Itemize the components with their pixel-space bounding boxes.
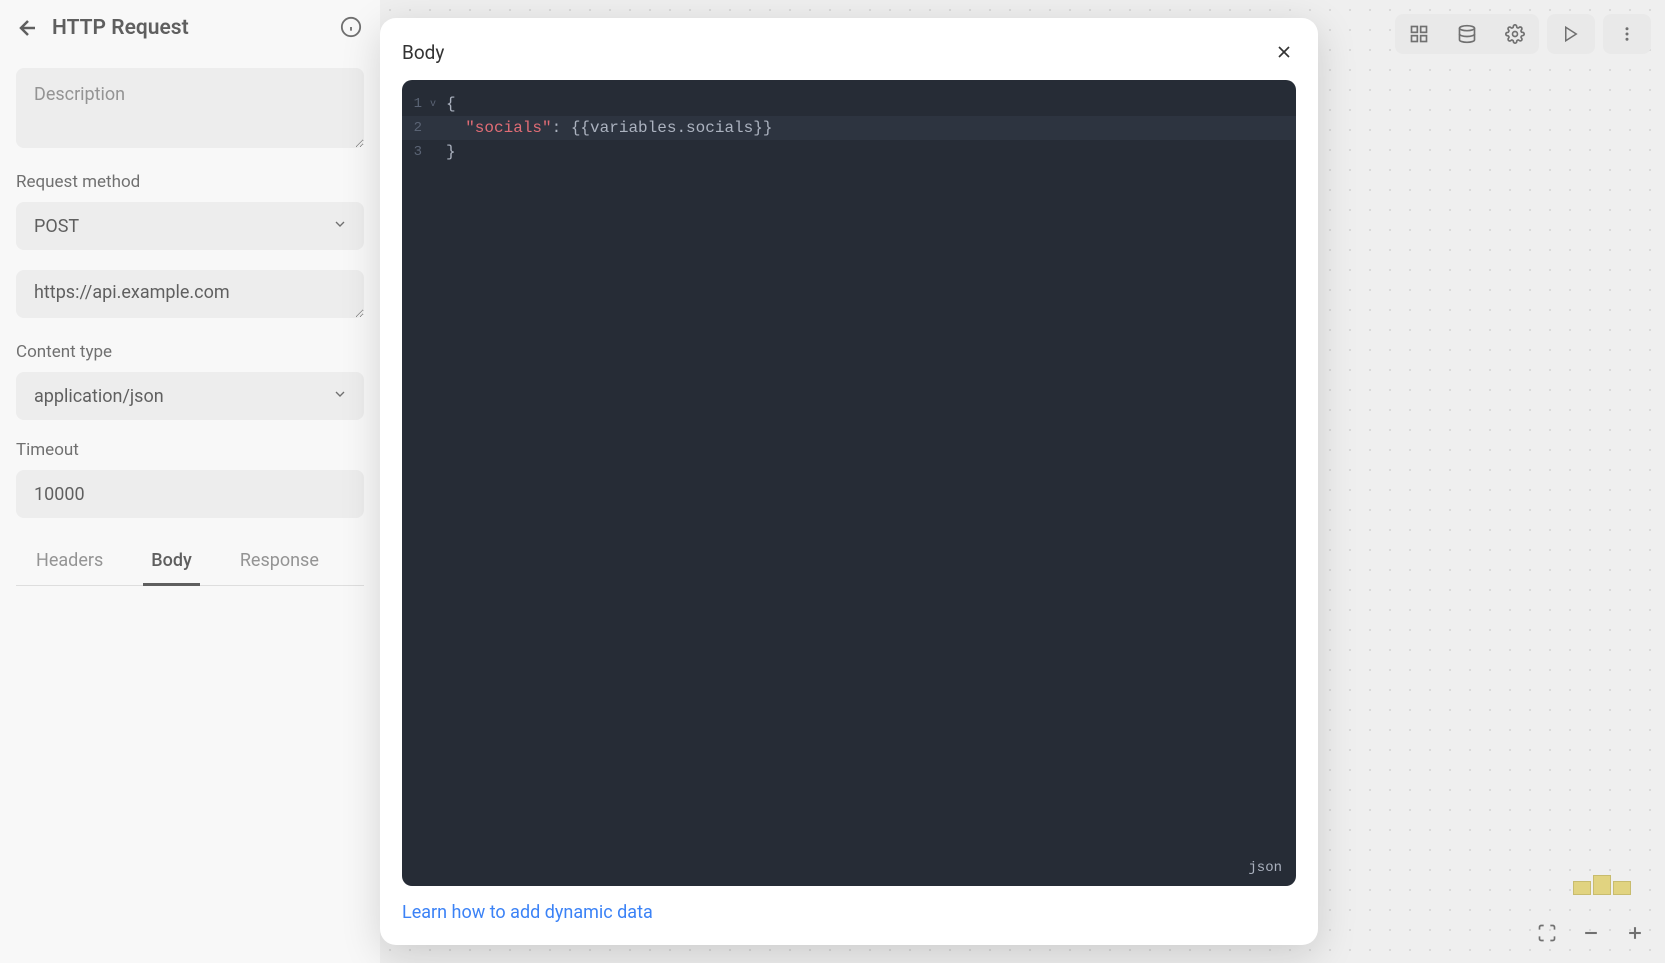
modal-title: Body bbox=[402, 41, 444, 64]
code-line[interactable]: 3} bbox=[402, 140, 1296, 164]
code-line[interactable]: 1v{ bbox=[402, 92, 1296, 116]
code-editor[interactable]: 1v{2 "socials": {{variables.socials}}3} … bbox=[402, 80, 1296, 886]
body-editor-modal: Body 1v{2 "socials": {{variables.socials… bbox=[380, 18, 1318, 945]
language-badge: json bbox=[1248, 860, 1282, 876]
dynamic-data-link[interactable]: Learn how to add dynamic data bbox=[402, 902, 1296, 923]
code-line[interactable]: 2 "socials": {{variables.socials}} bbox=[402, 116, 1296, 140]
close-button[interactable] bbox=[1272, 40, 1296, 64]
